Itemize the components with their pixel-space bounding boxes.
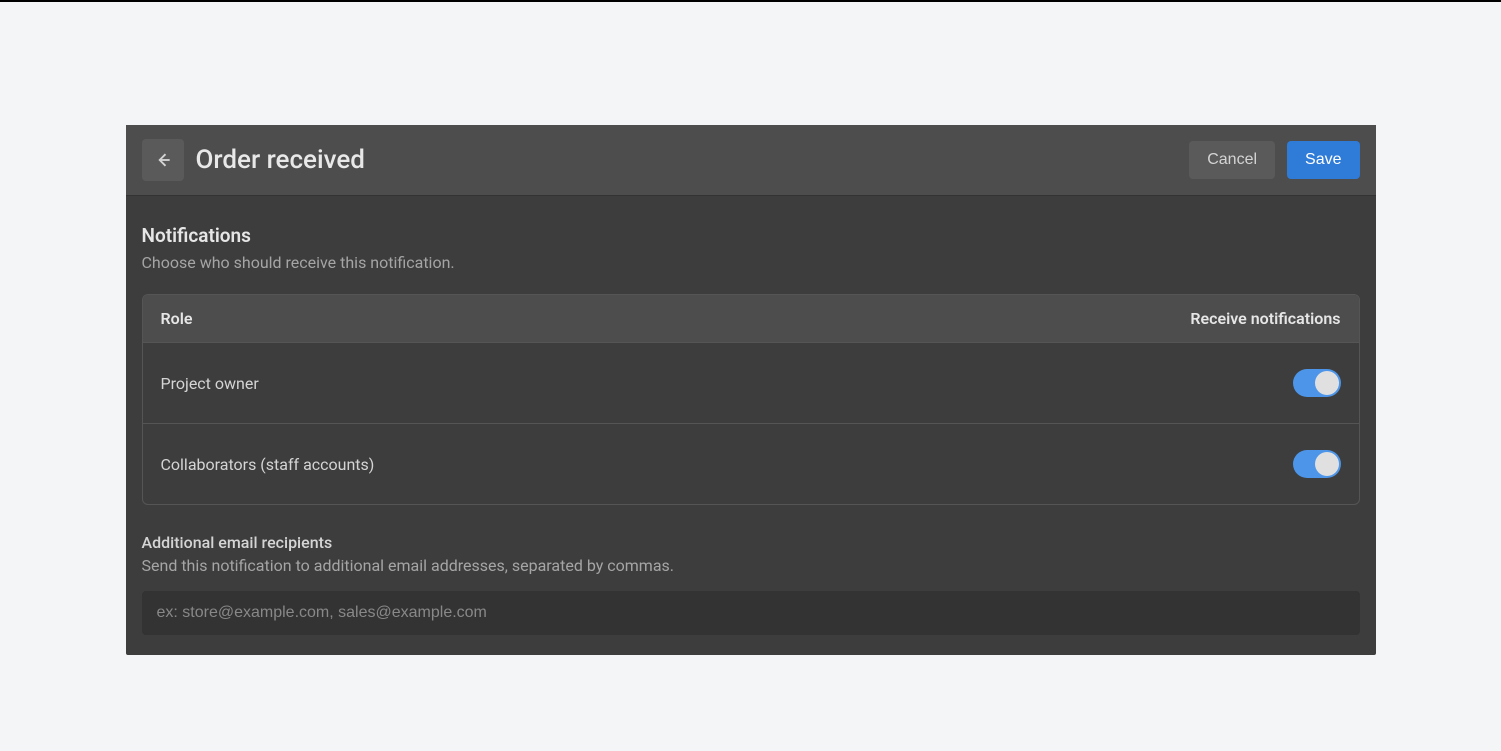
- additional-recipients-description: Send this notification to additional ema…: [142, 556, 1360, 575]
- panel-body: Notifications Choose who should receive …: [126, 196, 1376, 655]
- role-table: Role Receive notifications Project owner…: [142, 294, 1360, 505]
- role-column-header: Role: [161, 309, 1191, 328]
- back-button[interactable]: [142, 139, 184, 181]
- panel-header: Order received Cancel Save: [126, 125, 1376, 196]
- page-title: Order received: [196, 145, 1190, 175]
- notifications-title: Notifications: [142, 224, 1360, 247]
- additional-recipients-title: Additional email recipients: [142, 533, 1360, 552]
- table-row: Project owner: [143, 342, 1359, 423]
- arrow-left-icon: [153, 150, 173, 170]
- receive-column-header: Receive notifications: [1190, 309, 1340, 328]
- toggle-collaborators[interactable]: [1293, 450, 1341, 478]
- save-button[interactable]: Save: [1287, 141, 1359, 179]
- additional-emails-input[interactable]: [142, 591, 1360, 635]
- toggle-knob: [1315, 371, 1339, 395]
- role-label: Project owner: [161, 374, 1293, 393]
- additional-recipients-section: Additional email recipients Send this no…: [142, 533, 1360, 635]
- notifications-description: Choose who should receive this notificat…: [142, 253, 1360, 272]
- cancel-button[interactable]: Cancel: [1189, 141, 1275, 179]
- role-table-header: Role Receive notifications: [143, 295, 1359, 342]
- settings-panel: Order received Cancel Save Notifications…: [126, 125, 1376, 655]
- table-row: Collaborators (staff accounts): [143, 423, 1359, 504]
- toggle-knob: [1315, 452, 1339, 476]
- toggle-project-owner[interactable]: [1293, 369, 1341, 397]
- role-label: Collaborators (staff accounts): [161, 455, 1293, 474]
